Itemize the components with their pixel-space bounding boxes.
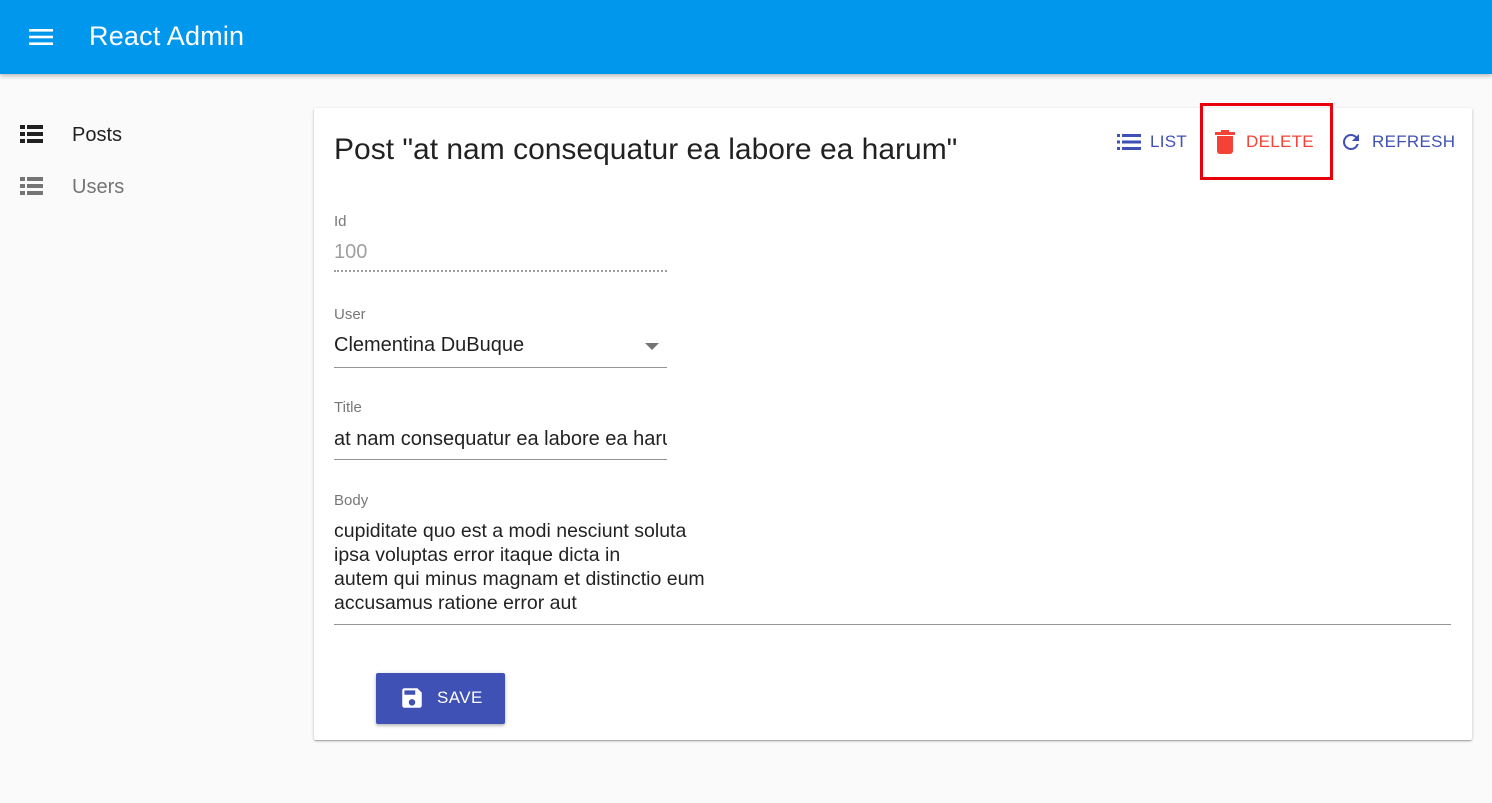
user-label: User [334, 306, 366, 323]
list-view-icon [20, 124, 44, 144]
hamburger-menu-icon[interactable] [22, 19, 60, 55]
refresh-icon [1338, 129, 1364, 155]
id-label: Id [334, 213, 347, 230]
body-textarea[interactable]: cupiditate quo est a modi nesciunt solut… [334, 519, 1451, 619]
title-input[interactable] [334, 424, 667, 454]
sidebar-item-posts[interactable]: Posts [0, 110, 290, 158]
app-bar: React Admin [0, 0, 1492, 74]
dropdown-arrow-icon [645, 343, 659, 350]
delete-button-label: DELETE [1246, 132, 1314, 151]
user-select-value: Clementina DuBuque [334, 334, 525, 356]
title-label: Title [334, 399, 362, 416]
user-field-underline [334, 367, 667, 368]
edit-card: Post "at nam consequatur ea labore ea ha… [314, 103, 1472, 740]
app-title: React Admin [89, 21, 245, 51]
refresh-button[interactable]: REFRESH [1338, 126, 1455, 158]
id-field-underline [334, 270, 667, 272]
id-value: 100 [334, 241, 368, 263]
list-button-label: LIST [1150, 132, 1188, 151]
body-label: Body [334, 492, 369, 509]
body-field-underline [334, 624, 1451, 625]
title-field-underline [334, 459, 667, 460]
sidebar-item-label: Posts [72, 124, 123, 146]
save-floppy-icon [399, 685, 425, 711]
user-select[interactable]: Clementina DuBuque [334, 327, 667, 369]
list-icon [1116, 129, 1142, 155]
list-view-icon [20, 176, 44, 196]
refresh-button-label: REFRESH [1372, 132, 1456, 151]
delete-button[interactable]: DELETE [1212, 126, 1314, 158]
trash-icon [1212, 129, 1238, 155]
list-button[interactable]: LIST [1116, 126, 1187, 158]
sidebar-item-label: Users [72, 176, 125, 198]
page-title: Post "at nam consequatur ea labore ea ha… [334, 133, 958, 166]
save-button[interactable]: SAVE [376, 673, 505, 724]
save-button-label: SAVE [437, 688, 483, 707]
sidebar-item-users[interactable]: Users [0, 162, 290, 210]
